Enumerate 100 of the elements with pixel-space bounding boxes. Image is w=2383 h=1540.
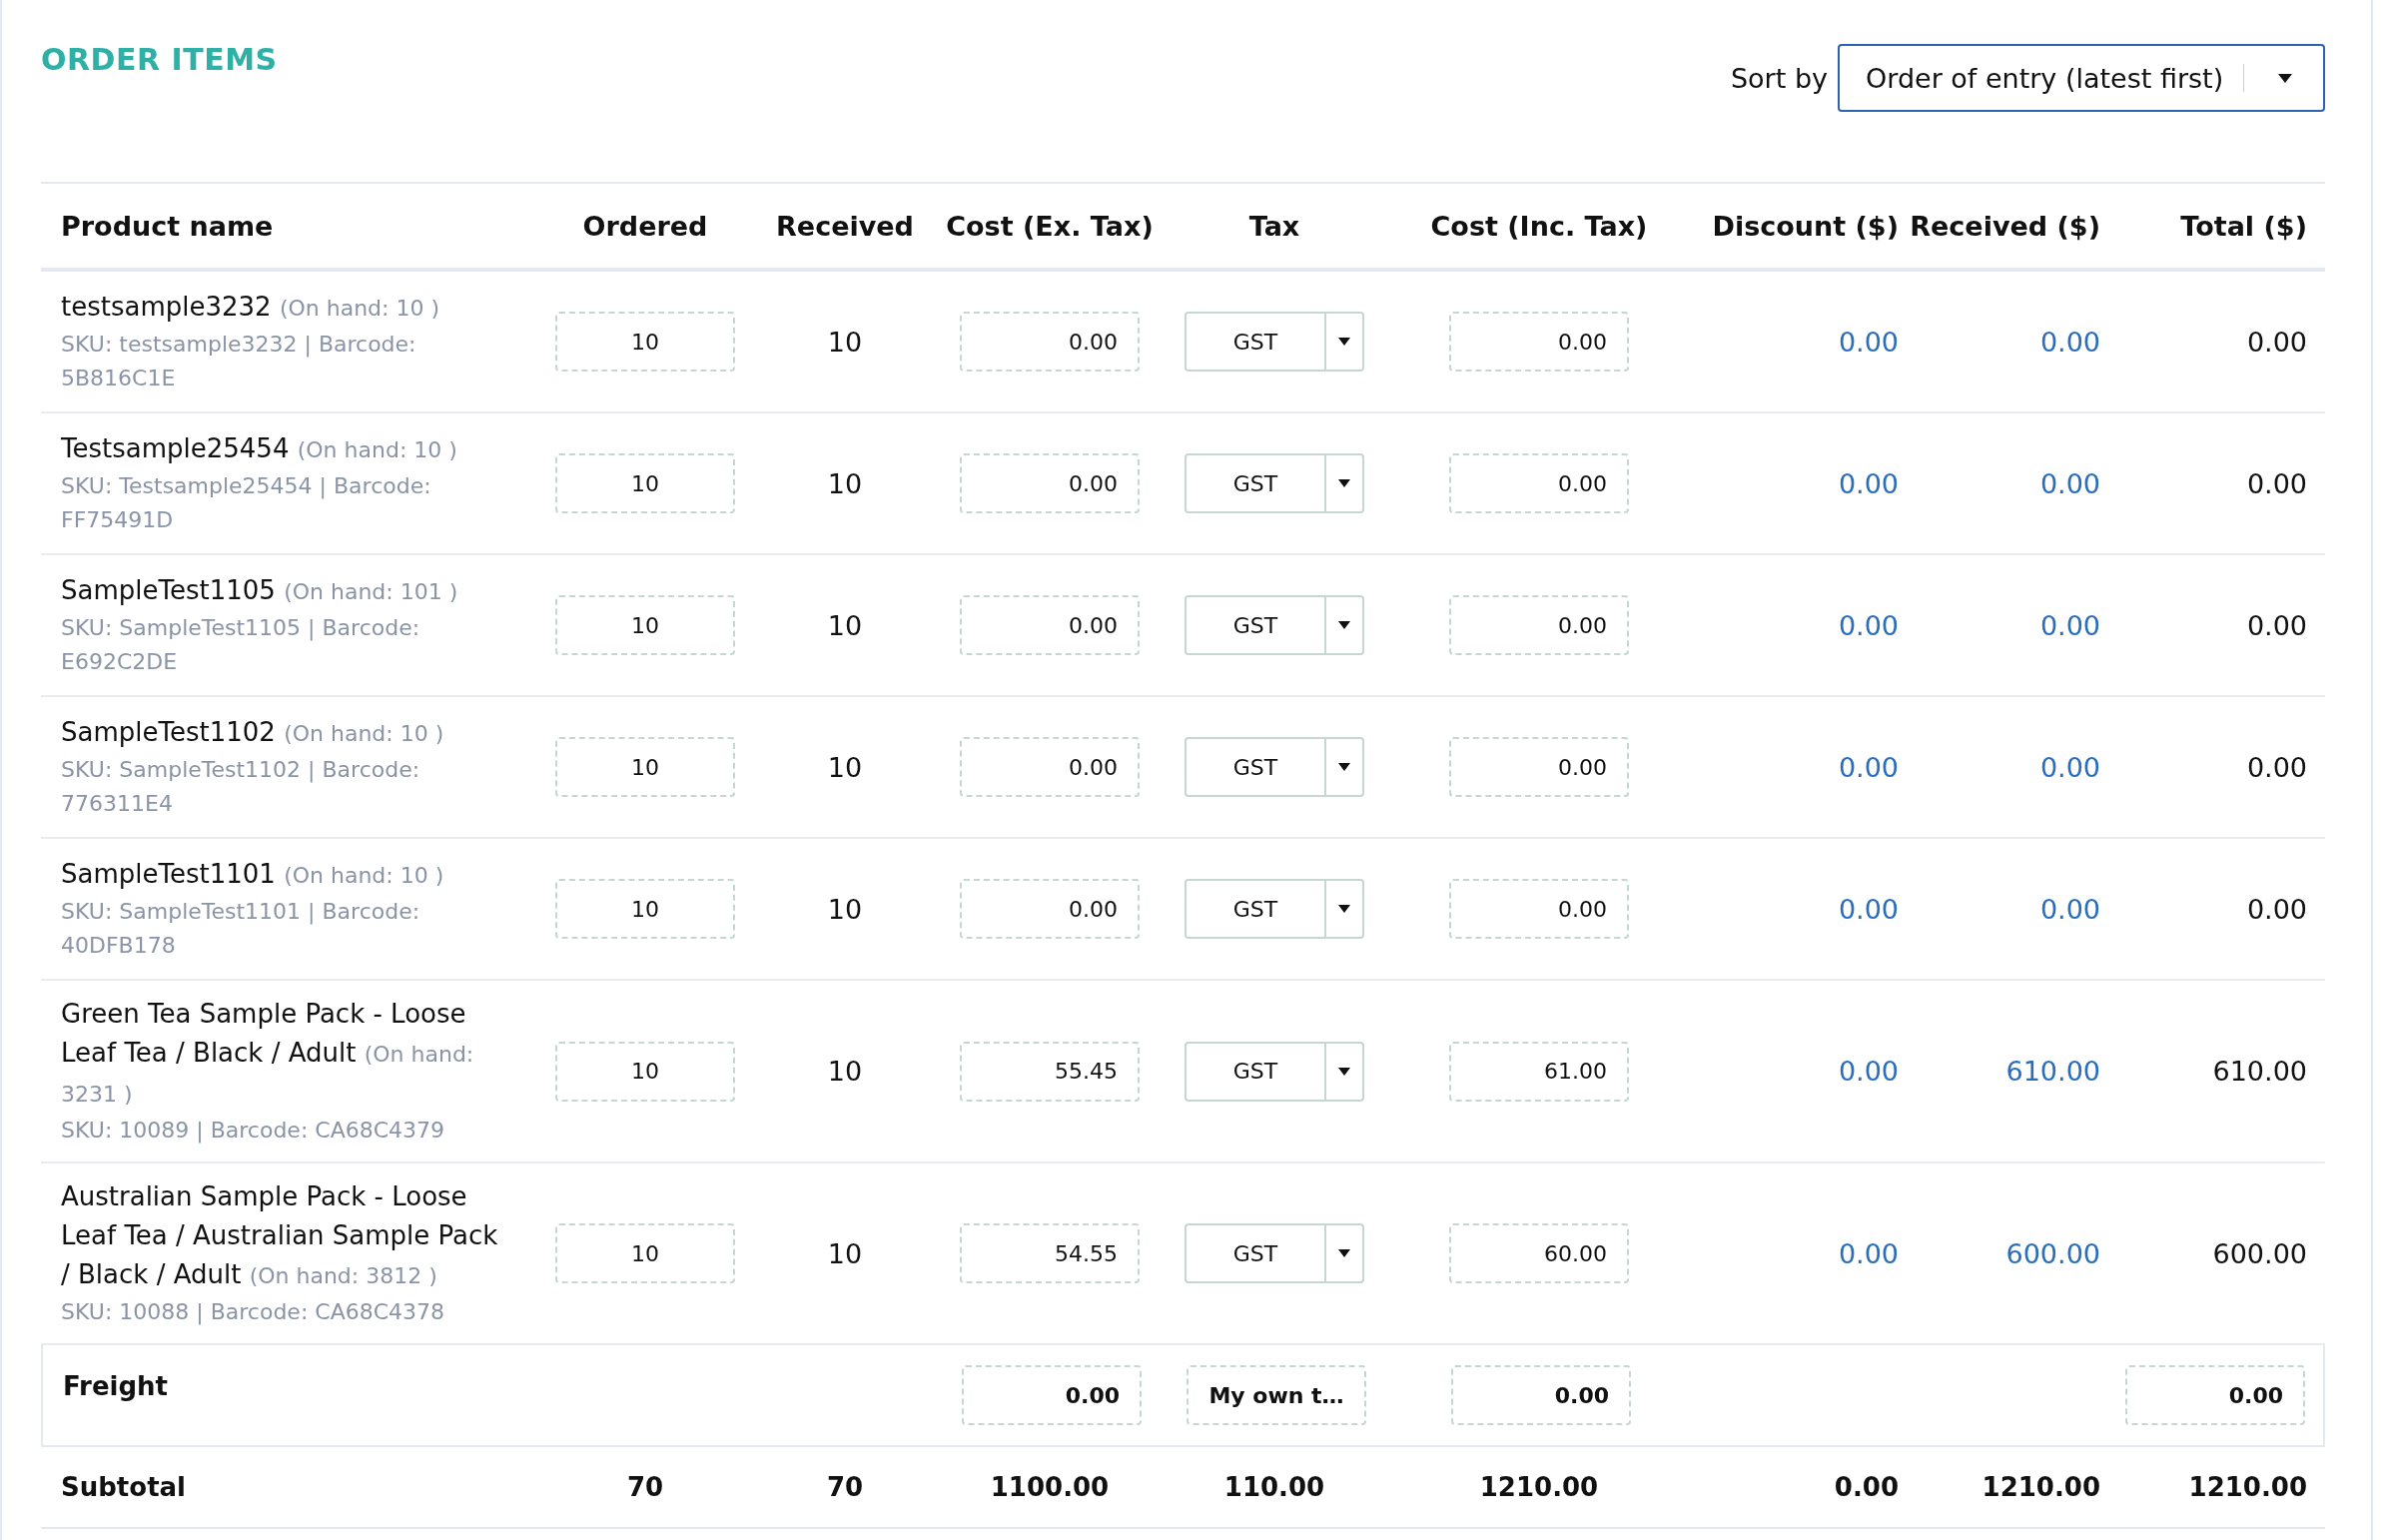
freight-label: Freight <box>63 1371 168 1401</box>
received-quantity: 10 <box>827 1237 863 1269</box>
sku-barcode-text: SKU: SampleTest1101 | Barcode: 40DFB178 <box>61 898 421 960</box>
tax-select[interactable]: GST <box>1185 312 1364 372</box>
received-amount-link[interactable]: 0.00 <box>2039 751 2100 783</box>
column-header: Total ($) <box>2179 210 2308 242</box>
discount-link[interactable]: 0.00 <box>1838 751 1899 783</box>
received-quantity: 10 <box>827 751 863 783</box>
total-amount: 610.00 <box>2212 1056 2307 1087</box>
ordered-input[interactable]: 10 <box>555 737 735 797</box>
tax-select[interactable]: GST <box>1185 737 1364 797</box>
total-amount: 600.00 <box>2212 1237 2307 1269</box>
freight-tax-select[interactable]: My own t… <box>1187 1365 1366 1425</box>
product-name-text: SampleTest1101 (On hand: 10 ) <box>61 858 444 891</box>
discount-link[interactable]: 0.00 <box>1838 467 1899 499</box>
caret-icon <box>1338 621 1350 629</box>
cost-inc-tax-input[interactable]: 0.00 <box>1449 737 1629 797</box>
subtotal-value: 1210.00 <box>2188 1472 2307 1502</box>
caret-icon <box>1338 763 1350 771</box>
ordered-input[interactable]: 10 <box>555 453 735 513</box>
subtotal-value: 70 <box>626 1472 664 1502</box>
caret-icon <box>1338 338 1350 346</box>
sku-barcode-text: SKU: 10088 | Barcode: CA68C4378 <box>61 1298 445 1327</box>
cost-inc-tax-input[interactable]: 0.00 <box>1449 879 1629 939</box>
sku-barcode-text: SKU: Testsample25454 | Barcode: FF75491D <box>61 472 432 534</box>
caret-icon <box>1338 1249 1350 1257</box>
sku-barcode-text: SKU: SampleTest1102 | Barcode: 776311E4 <box>61 756 421 818</box>
cost-ex-tax-input[interactable]: 0.00 <box>960 453 1140 513</box>
caret-icon <box>2278 73 2293 83</box>
caret-icon <box>1338 1067 1350 1076</box>
tax-select[interactable]: GST <box>1185 879 1364 939</box>
ordered-input[interactable]: 10 <box>555 1041 735 1102</box>
cost-ex-tax-input[interactable]: 0.00 <box>960 312 1140 372</box>
product-name-text: SampleTest1102 (On hand: 10 ) <box>61 716 444 749</box>
received-quantity: 10 <box>827 609 863 641</box>
freight-cost-inc-input[interactable]: 0.00 <box>1451 1365 1631 1425</box>
total-amount: 0.00 <box>2246 609 2307 641</box>
subtotal-value: 0.00 <box>1834 1472 1899 1502</box>
subtotal-value: 1100.00 <box>990 1472 1110 1502</box>
received-amount-link[interactable]: 600.00 <box>2005 1237 2100 1269</box>
cost-inc-tax-input[interactable]: 0.00 <box>1449 595 1629 655</box>
cost-ex-tax-input[interactable]: 0.00 <box>960 737 1140 797</box>
product-name-text: testsample3232 (On hand: 10 ) <box>61 291 440 324</box>
ordered-input[interactable]: 10 <box>555 312 735 372</box>
sku-barcode-text: SKU: testsample3232 | Barcode: 5B816C1E <box>61 331 417 392</box>
caret-icon <box>1338 905 1350 913</box>
cost-inc-tax-input[interactable]: 0.00 <box>1449 453 1629 513</box>
received-amount-link[interactable]: 610.00 <box>2005 1056 2100 1087</box>
product-name-text: SampleTest1105 (On hand: 101 ) <box>61 574 458 607</box>
sku-barcode-text: SKU: 10089 | Barcode: CA68C4379 <box>61 1117 445 1146</box>
freight-cost-input[interactable]: 0.00 <box>962 1365 1142 1425</box>
cost-inc-tax-input[interactable]: 61.00 <box>1449 1041 1629 1102</box>
subtotal-value: 110.00 <box>1223 1472 1325 1502</box>
received-amount-link[interactable]: 0.00 <box>2039 609 2100 641</box>
discount-link[interactable]: 0.00 <box>1838 1237 1899 1269</box>
discount-link[interactable]: 0.00 <box>1838 326 1899 358</box>
sort-label: Sort by <box>1730 62 1828 94</box>
received-amount-link[interactable]: 0.00 <box>2039 326 2100 358</box>
freight-total-input[interactable]: 0.00 <box>2125 1365 2305 1425</box>
cost-ex-tax-input[interactable]: 54.55 <box>960 1223 1140 1283</box>
cost-ex-tax-input[interactable]: 0.00 <box>960 595 1140 655</box>
ordered-input[interactable]: 10 <box>555 879 735 939</box>
tax-select[interactable]: GST <box>1185 595 1364 655</box>
column-header: Ordered <box>581 210 709 242</box>
subtotal-value: 70 <box>826 1472 864 1502</box>
discount-link[interactable]: 0.00 <box>1838 893 1899 925</box>
sku-barcode-text: SKU: SampleTest1105 | Barcode: E692C2DE <box>61 614 421 676</box>
cost-ex-tax-input[interactable]: 55.45 <box>960 1041 1140 1102</box>
subtotal-value: 1210.00 <box>1982 1472 2100 1502</box>
column-header: Received ($) <box>1909 210 2100 242</box>
total-amount: 0.00 <box>2246 467 2307 499</box>
column-header: Tax <box>1247 210 1301 242</box>
received-quantity: 10 <box>827 1056 863 1087</box>
received-amount-link[interactable]: 0.00 <box>2039 893 2100 925</box>
ordered-input[interactable]: 10 <box>555 595 735 655</box>
tax-select[interactable]: GST <box>1185 453 1364 513</box>
product-name-text: Australian Sample Pack - Loose Leaf Tea / Australian Sample Pack / Black / Adult (On hand: 3812 ) <box>61 1180 499 1291</box>
cost-ex-tax-input[interactable]: 0.00 <box>960 879 1140 939</box>
product-name-text: Testsample25454 (On hand: 10 ) <box>61 432 457 465</box>
ordered-input[interactable]: 10 <box>555 1223 735 1283</box>
column-header: Product name <box>60 210 275 242</box>
sort-select[interactable]: Order of entry (latest first) <box>1838 44 2325 112</box>
total-amount: 0.00 <box>2246 751 2307 783</box>
total-amount: 0.00 <box>2246 893 2307 925</box>
discount-link[interactable]: 0.00 <box>1838 1056 1899 1087</box>
column-header: Cost (Ex. Tax) <box>945 210 1155 242</box>
received-amount-link[interactable]: 0.00 <box>2039 467 2100 499</box>
cost-inc-tax-input[interactable]: 60.00 <box>1449 1223 1629 1283</box>
column-header: Discount ($) <box>1711 210 1899 242</box>
tax-select[interactable]: GST <box>1185 1223 1364 1283</box>
column-header: Received <box>775 210 915 242</box>
discount-link[interactable]: 0.00 <box>1838 609 1899 641</box>
cost-inc-tax-input[interactable]: 0.00 <box>1449 312 1629 372</box>
subtotal-value: 1210.00 <box>1479 1472 1599 1502</box>
column-header: Cost (Inc. Tax) <box>1429 210 1649 242</box>
caret-icon <box>1338 479 1350 487</box>
total-amount: 0.00 <box>2246 326 2307 358</box>
received-quantity: 10 <box>827 467 863 499</box>
tax-select[interactable]: GST <box>1185 1041 1364 1102</box>
section-title: ORDER ITEMS <box>41 42 278 77</box>
